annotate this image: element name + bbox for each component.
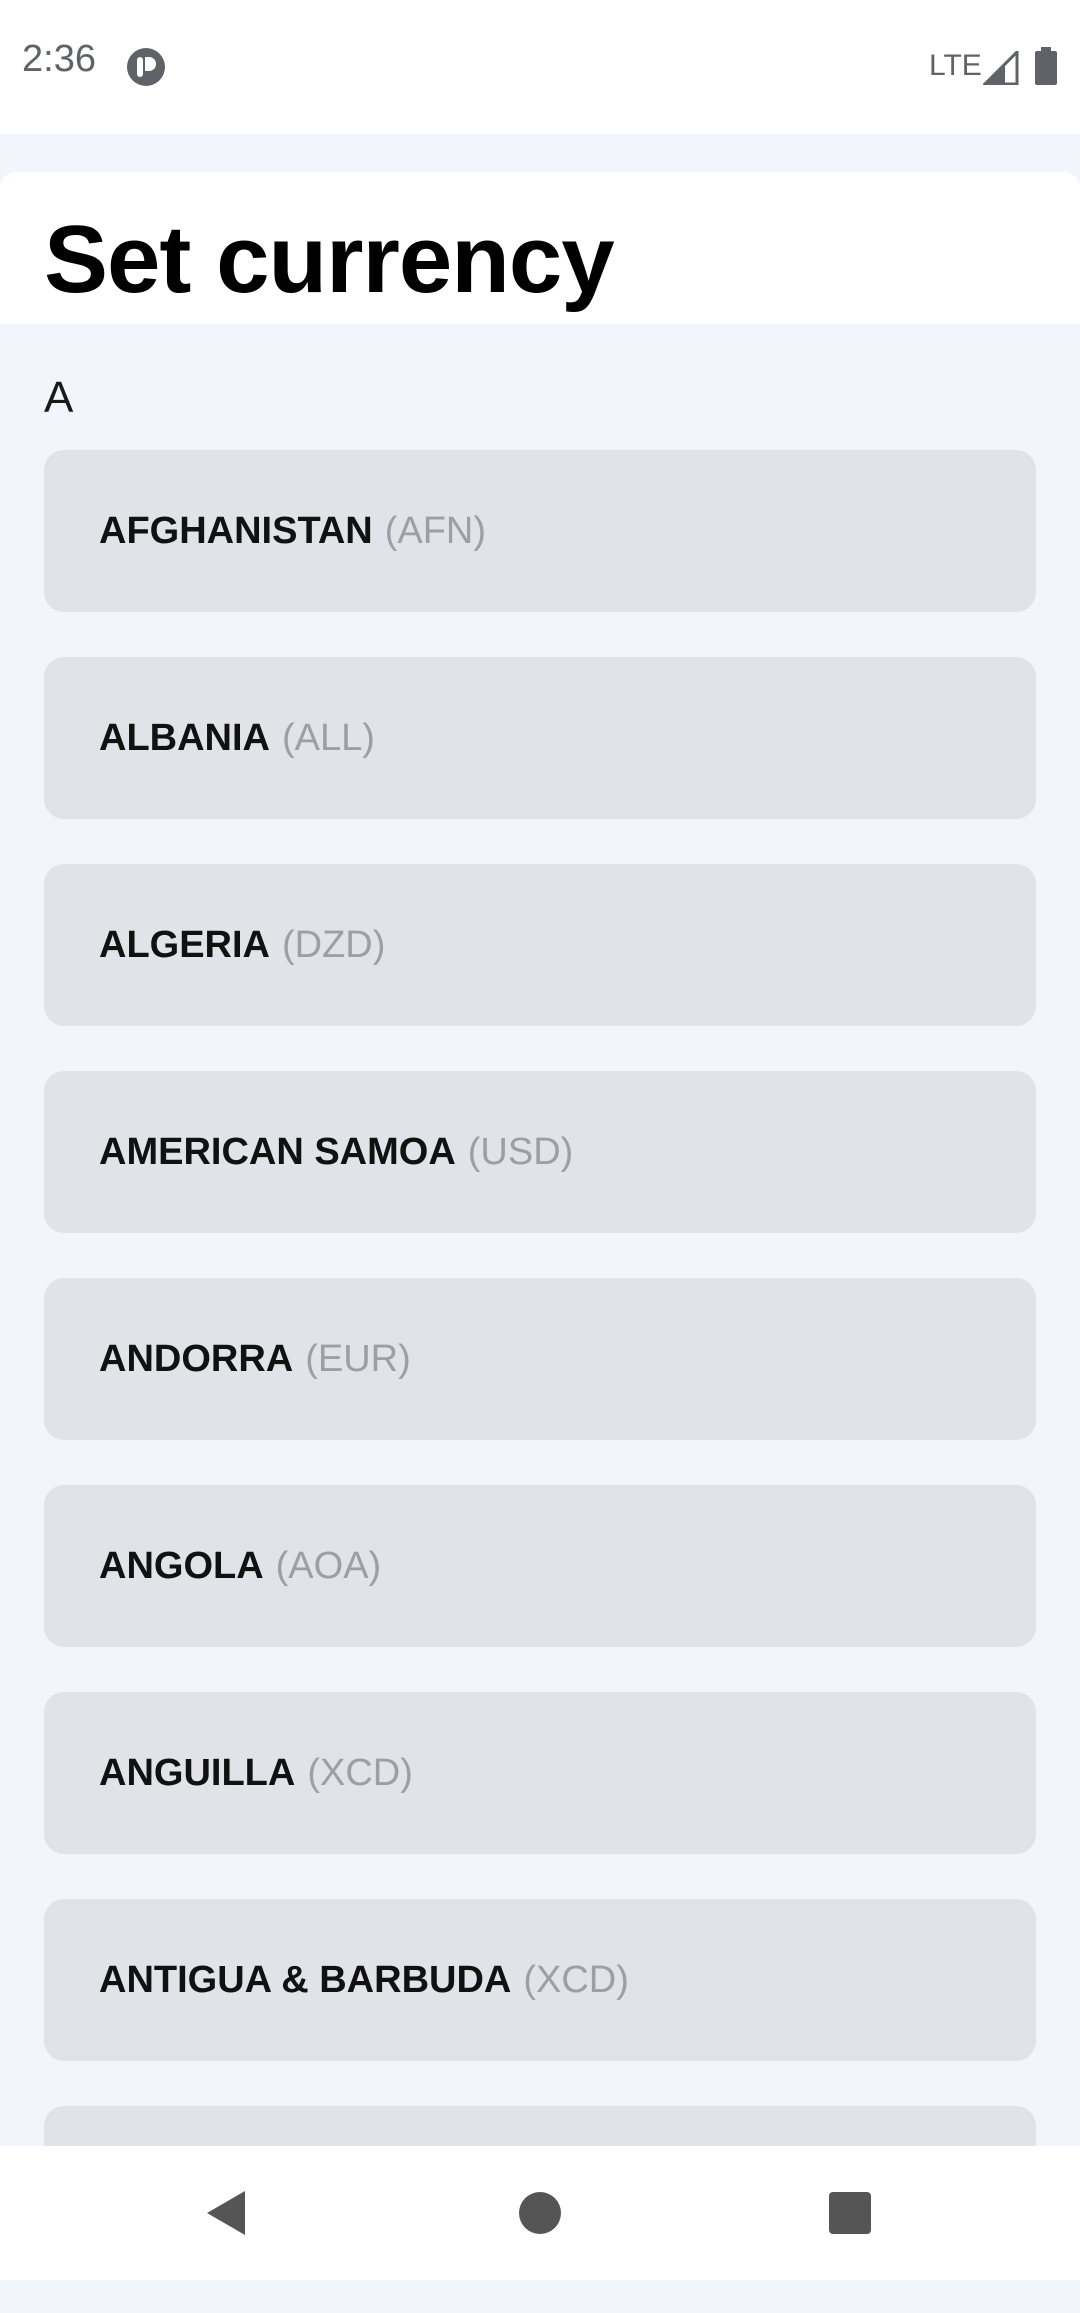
recents-icon[interactable]	[829, 2192, 871, 2234]
status-bar: 2:36 LTE	[0, 0, 1080, 134]
currency-item[interactable]: ANTIGUA & BARBUDA (XCD)	[44, 1899, 1036, 2061]
country-name: AFGHANISTAN	[99, 509, 373, 552]
section-header: A	[44, 373, 74, 422]
currency-code: (AOA)	[275, 1544, 382, 1587]
country-name: ANDORRA	[99, 1337, 294, 1380]
currency-code: (ALL)	[281, 716, 375, 759]
currency-code: (XCD)	[307, 1751, 413, 1794]
currency-item[interactable]: ANDORRA (EUR)	[44, 1278, 1036, 1440]
currency-item[interactable]: ALGERIA (DZD)	[44, 864, 1036, 1026]
currency-item[interactable]: AFGHANISTAN (AFN)	[44, 450, 1036, 612]
country-name: AMERICAN SAMOA	[99, 1130, 456, 1173]
back-icon[interactable]	[205, 2189, 247, 2237]
currency-code: (EUR)	[305, 1337, 411, 1380]
battery-icon	[1035, 47, 1057, 85]
page-title: Set currency	[44, 206, 615, 313]
navigation-bar	[0, 2146, 1080, 2280]
status-time: 2:36	[22, 38, 96, 80]
currency-code: (DZD)	[282, 923, 386, 966]
currency-code: (USD)	[467, 1130, 574, 1173]
currency-item[interactable]: ALBANIA (ALL)	[44, 657, 1036, 819]
currency-item[interactable]: ANGUILLA (XCD)	[44, 1692, 1036, 1854]
country-name: ANGOLA	[99, 1544, 264, 1587]
currency-list: AFGHANISTAN (AFN) ALBANIA (ALL) ALGERIA …	[44, 450, 1036, 2313]
network-type-label: LTE	[929, 49, 982, 82]
currency-item[interactable]: ANGOLA (AOA)	[44, 1485, 1036, 1647]
signal-icon	[983, 51, 1019, 85]
currency-code: (XCD)	[523, 1958, 629, 2001]
app-notification-icon	[127, 48, 165, 86]
country-name: ANGUILLA	[99, 1751, 296, 1794]
country-name: ANTIGUA & BARBUDA	[99, 1958, 512, 2001]
currency-code: (AFN)	[384, 509, 487, 552]
currency-item[interactable]: AMERICAN SAMOA (USD)	[44, 1071, 1036, 1233]
header: Set currency	[0, 172, 1080, 324]
home-icon[interactable]	[519, 2192, 561, 2234]
country-name: ALBANIA	[99, 716, 270, 759]
country-name: ALGERIA	[99, 923, 270, 966]
